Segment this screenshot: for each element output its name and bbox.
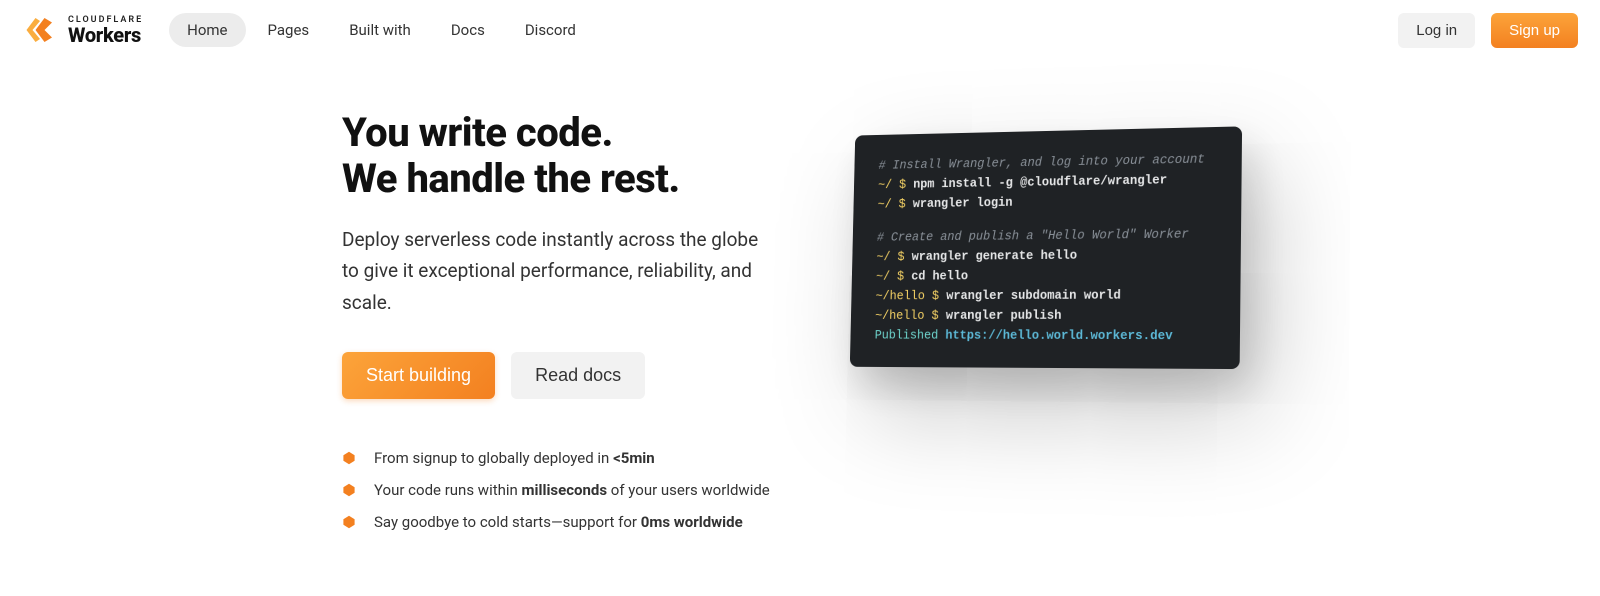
feature-list: From signup to globally deployed in <5mi… bbox=[342, 449, 772, 531]
login-button[interactable]: Log in bbox=[1398, 13, 1475, 48]
feature-text: Say goodbye to cold starts—support for 0… bbox=[374, 513, 743, 531]
hexagon-icon bbox=[342, 451, 356, 465]
subhead: Deploy serverless code instantly across … bbox=[342, 224, 772, 318]
feature-item: Say goodbye to cold starts—support for 0… bbox=[342, 513, 772, 531]
hexagon-icon bbox=[342, 483, 356, 497]
logo-text: CLOUDFLARE Workers bbox=[68, 16, 143, 45]
headline-line2: We handle the rest. bbox=[342, 155, 680, 202]
headline: You write code. We handle the rest. bbox=[342, 110, 772, 202]
cloudflare-logo-icon bbox=[22, 12, 58, 48]
nav-item-home[interactable]: Home bbox=[169, 13, 245, 47]
hero-content: You write code. We handle the rest. Depl… bbox=[342, 110, 772, 531]
cta-row: Start building Read docs bbox=[342, 352, 772, 399]
nav-item-pages[interactable]: Pages bbox=[250, 13, 328, 47]
terminal-wrap: # Install Wrangler, and log into your ac… bbox=[842, 110, 1242, 531]
hexagon-icon bbox=[342, 515, 356, 529]
nav-item-built-with[interactable]: Built with bbox=[331, 13, 429, 47]
feature-item: Your code runs within milliseconds of yo… bbox=[342, 481, 772, 499]
logo[interactable]: CLOUDFLARE Workers bbox=[22, 12, 143, 48]
terminal-line: ~/hello $ wrangler subdomain world bbox=[875, 285, 1214, 306]
feature-item: From signup to globally deployed in <5mi… bbox=[342, 449, 772, 467]
terminal-line: ~/ $ cd hello bbox=[876, 265, 1214, 287]
hero-section: You write code. We handle the rest. Depl… bbox=[0, 60, 1600, 531]
feature-text: From signup to globally deployed in <5mi… bbox=[374, 449, 655, 467]
terminal-line: ~/hello $ wrangler publish bbox=[875, 306, 1214, 326]
nav-links: Home Pages Built with Docs Discord bbox=[169, 13, 594, 47]
terminal-line: ~/ $ wrangler generate hello bbox=[876, 244, 1214, 267]
signup-button[interactable]: Sign up bbox=[1491, 13, 1578, 48]
top-nav: CLOUDFLARE Workers Home Pages Built with… bbox=[0, 0, 1600, 60]
headline-line1: You write code. bbox=[342, 109, 613, 156]
terminal-output: Published https://hello.world.workers.de… bbox=[875, 326, 1214, 347]
feature-text: Your code runs within milliseconds of yo… bbox=[374, 481, 770, 499]
nav-item-discord[interactable]: Discord bbox=[507, 13, 594, 47]
terminal-comment: # Create and publish a "Hello World" Wor… bbox=[877, 224, 1215, 247]
start-building-button[interactable]: Start building bbox=[342, 352, 495, 399]
logo-brand-large: Workers bbox=[68, 25, 143, 45]
nav-item-docs[interactable]: Docs bbox=[433, 13, 503, 47]
read-docs-button[interactable]: Read docs bbox=[511, 352, 645, 399]
terminal: # Install Wrangler, and log into your ac… bbox=[850, 126, 1242, 369]
